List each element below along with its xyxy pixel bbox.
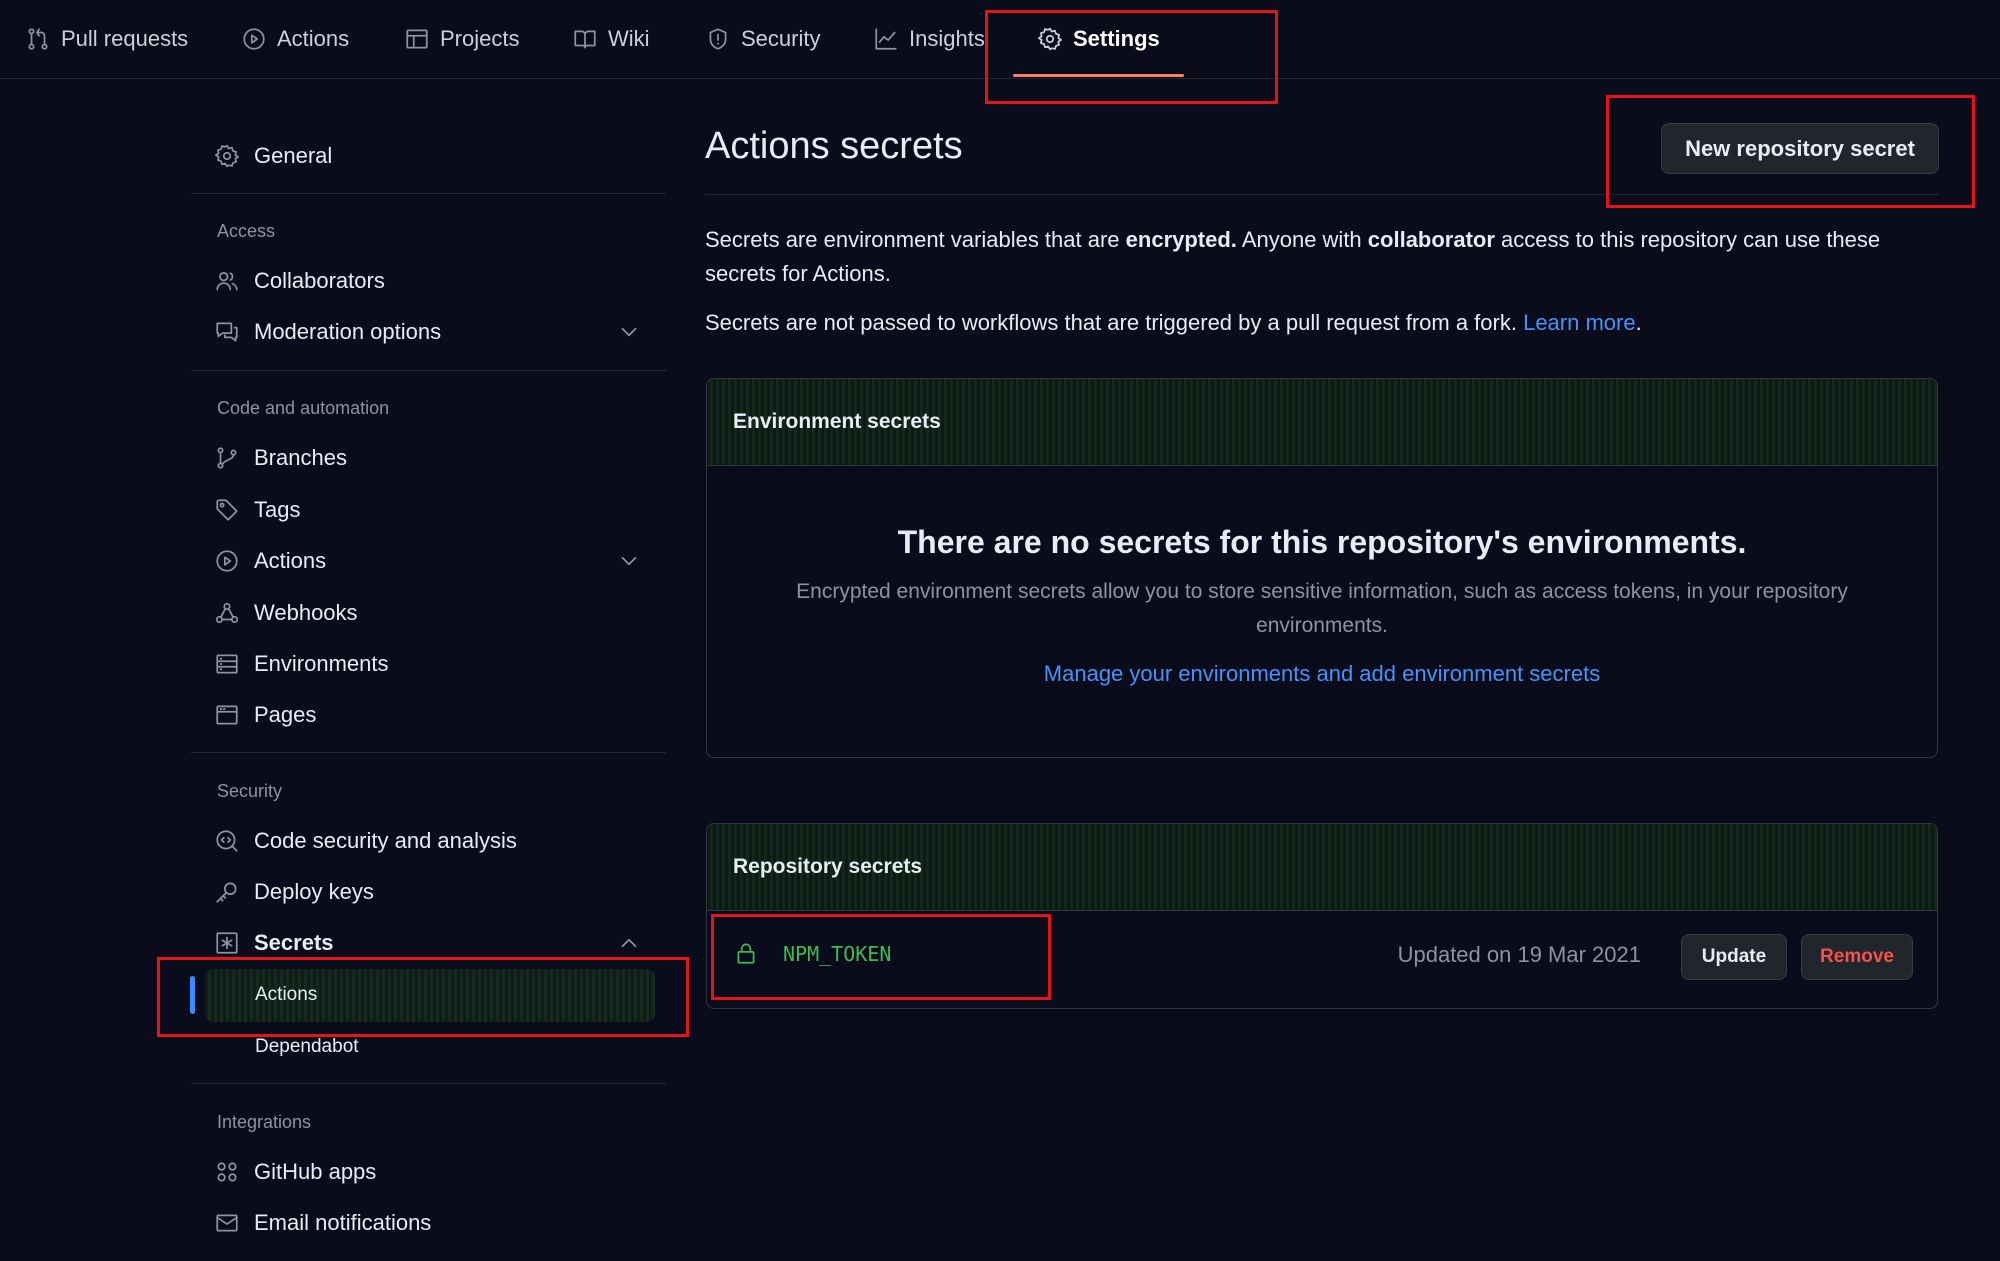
branch-icon bbox=[214, 445, 240, 471]
sidebar-item-label: Collaborators bbox=[254, 268, 385, 293]
sidebar-item-branches[interactable]: Branches bbox=[214, 436, 654, 480]
sidebar-item-label: Moderation options bbox=[254, 319, 442, 344]
sidebar-subitem-secrets-actions[interactable]: Actions bbox=[255, 984, 317, 1006]
environment-secrets-header: Environment secrets bbox=[707, 379, 1937, 466]
webhook-icon bbox=[214, 600, 240, 626]
learn-more-link[interactable]: Learn more bbox=[1523, 310, 1636, 335]
sidebar-item-webhooks[interactable]: Webhooks bbox=[214, 591, 654, 635]
secret-updated-date: Updated on 19 Mar 2021 bbox=[1397, 942, 1641, 967]
tab-label: Actions bbox=[277, 26, 350, 51]
sidebar-item-secrets[interactable]: Secrets bbox=[214, 921, 654, 965]
comment-discussion-icon bbox=[214, 319, 240, 345]
sidebar-item-label: Deploy keys bbox=[254, 879, 374, 904]
shield-icon bbox=[705, 26, 731, 52]
secret-name: NPM_TOKEN bbox=[783, 942, 892, 966]
gear-icon bbox=[214, 143, 240, 169]
server-icon bbox=[214, 651, 240, 677]
lock-icon bbox=[733, 940, 759, 966]
fork-notice: Secrets are not passed to workflows that… bbox=[705, 310, 1642, 335]
gear-icon bbox=[1037, 26, 1063, 52]
tab-label: Pull requests bbox=[61, 26, 189, 51]
sidebar-item-label: Email notifications bbox=[254, 1210, 432, 1235]
asterisk-box-icon bbox=[214, 930, 240, 956]
sidebar-item-label: Pages bbox=[254, 702, 317, 727]
sidebar-item-label: Actions bbox=[254, 548, 327, 573]
manage-environments-link[interactable]: Manage your environments and add environ… bbox=[707, 661, 1937, 687]
chevron-down-icon[interactable] bbox=[616, 548, 642, 574]
tab-label: Settings bbox=[1073, 26, 1160, 51]
environment-secrets-box: Environment secrets There are no secrets… bbox=[706, 378, 1938, 758]
tab-pull-requests[interactable]: Pull requests bbox=[25, 18, 188, 60]
tab-actions[interactable]: Actions bbox=[241, 18, 349, 60]
sidebar-item-actions[interactable]: Actions bbox=[214, 539, 654, 583]
sidebar-item-pages[interactable]: Pages bbox=[214, 693, 654, 737]
play-icon bbox=[214, 548, 240, 574]
empty-state-title: There are no secrets for this repository… bbox=[897, 524, 1747, 560]
sidebar-item-general[interactable]: General bbox=[214, 134, 654, 178]
sidebar-item-environments[interactable]: Environments bbox=[214, 642, 654, 686]
graph-icon bbox=[873, 26, 899, 52]
sidebar-section-security: Security bbox=[217, 781, 283, 801]
empty-state-description: Encrypted environment secrets allow you … bbox=[796, 580, 1848, 637]
sidebar-item-label: Environments bbox=[254, 651, 389, 676]
sidebar-item-label: Tags bbox=[254, 497, 301, 522]
people-icon bbox=[214, 268, 240, 294]
sidebar-divider bbox=[191, 1083, 666, 1084]
tab-label: Wiki bbox=[608, 26, 650, 51]
sidebar-item-label: Secrets bbox=[254, 930, 334, 955]
tag-icon bbox=[214, 497, 240, 523]
remove-secret-button[interactable]: Remove bbox=[1801, 934, 1913, 980]
active-subitem-indicator bbox=[190, 976, 195, 1014]
secret-row: NPM_TOKEN Updated on 19 Mar 2021 Update … bbox=[707, 910, 1937, 1008]
active-tab-indicator bbox=[1013, 74, 1184, 77]
sidebar-item-label: GitHub apps bbox=[254, 1159, 377, 1184]
sidebar-item-label: Branches bbox=[254, 445, 347, 470]
tab-label: Insights bbox=[909, 26, 985, 51]
sidebar-item-label: Code security and analysis bbox=[254, 828, 517, 853]
sidebar-divider bbox=[191, 752, 666, 753]
sidebar-item-deploy-keys[interactable]: Deploy keys bbox=[214, 870, 654, 914]
tab-wiki[interactable]: Wiki bbox=[572, 18, 650, 60]
page-title: Actions secrets bbox=[705, 125, 963, 167]
browser-icon bbox=[214, 702, 240, 728]
repository-secrets-header: Repository secrets bbox=[707, 824, 1937, 911]
sidebar-section-integrations: Integrations bbox=[217, 1112, 312, 1132]
sidebar-item-email-notifications[interactable]: Email notifications bbox=[214, 1201, 654, 1245]
pull-request-icon bbox=[25, 26, 51, 52]
repo-nav: Pull requests Actions Projects Wiki Secu… bbox=[0, 0, 2000, 79]
tab-projects[interactable]: Projects bbox=[404, 18, 519, 60]
sidebar-divider bbox=[191, 370, 666, 371]
codescan-icon bbox=[214, 828, 240, 854]
sidebar-item-tags[interactable]: Tags bbox=[214, 488, 654, 532]
sidebar-divider bbox=[191, 193, 666, 194]
secrets-description: Secrets are environment variables that a… bbox=[705, 227, 1881, 286]
book-icon bbox=[572, 26, 598, 52]
sidebar-item-label: General bbox=[254, 143, 333, 168]
sidebar-item-collaborators[interactable]: Collaborators bbox=[214, 259, 654, 303]
sidebar-item-label: Webhooks bbox=[254, 600, 358, 625]
new-repository-secret-button[interactable]: New repository secret bbox=[1661, 123, 1939, 174]
table-icon bbox=[404, 26, 430, 52]
tab-security[interactable]: Security bbox=[705, 18, 820, 60]
sidebar-section-code-automation: Code and automation bbox=[217, 398, 390, 418]
apps-icon bbox=[214, 1159, 240, 1185]
tab-label: Projects bbox=[440, 26, 520, 51]
sidebar-item-github-apps[interactable]: GitHub apps bbox=[214, 1150, 654, 1194]
key-icon bbox=[214, 879, 240, 905]
play-icon bbox=[241, 26, 267, 52]
update-secret-button[interactable]: Update bbox=[1681, 934, 1787, 980]
sidebar-subitem-secrets-dependabot[interactable]: Dependabot bbox=[255, 1036, 359, 1058]
sidebar-item-code-security[interactable]: Code security and analysis bbox=[214, 819, 654, 863]
sidebar-section-access: Access bbox=[217, 221, 276, 241]
chevron-down-icon[interactable] bbox=[616, 319, 642, 345]
tab-label: Security bbox=[741, 26, 821, 51]
tab-settings[interactable]: Settings bbox=[1037, 18, 1160, 60]
tab-insights[interactable]: Insights bbox=[873, 18, 985, 60]
repository-secrets-box: Repository secrets NPM_TOKEN Updated on … bbox=[706, 823, 1938, 1009]
mail-icon bbox=[214, 1210, 240, 1236]
title-divider bbox=[705, 194, 1938, 195]
chevron-up-icon[interactable] bbox=[616, 930, 642, 956]
sidebar-item-moderation[interactable]: Moderation options bbox=[214, 310, 654, 354]
